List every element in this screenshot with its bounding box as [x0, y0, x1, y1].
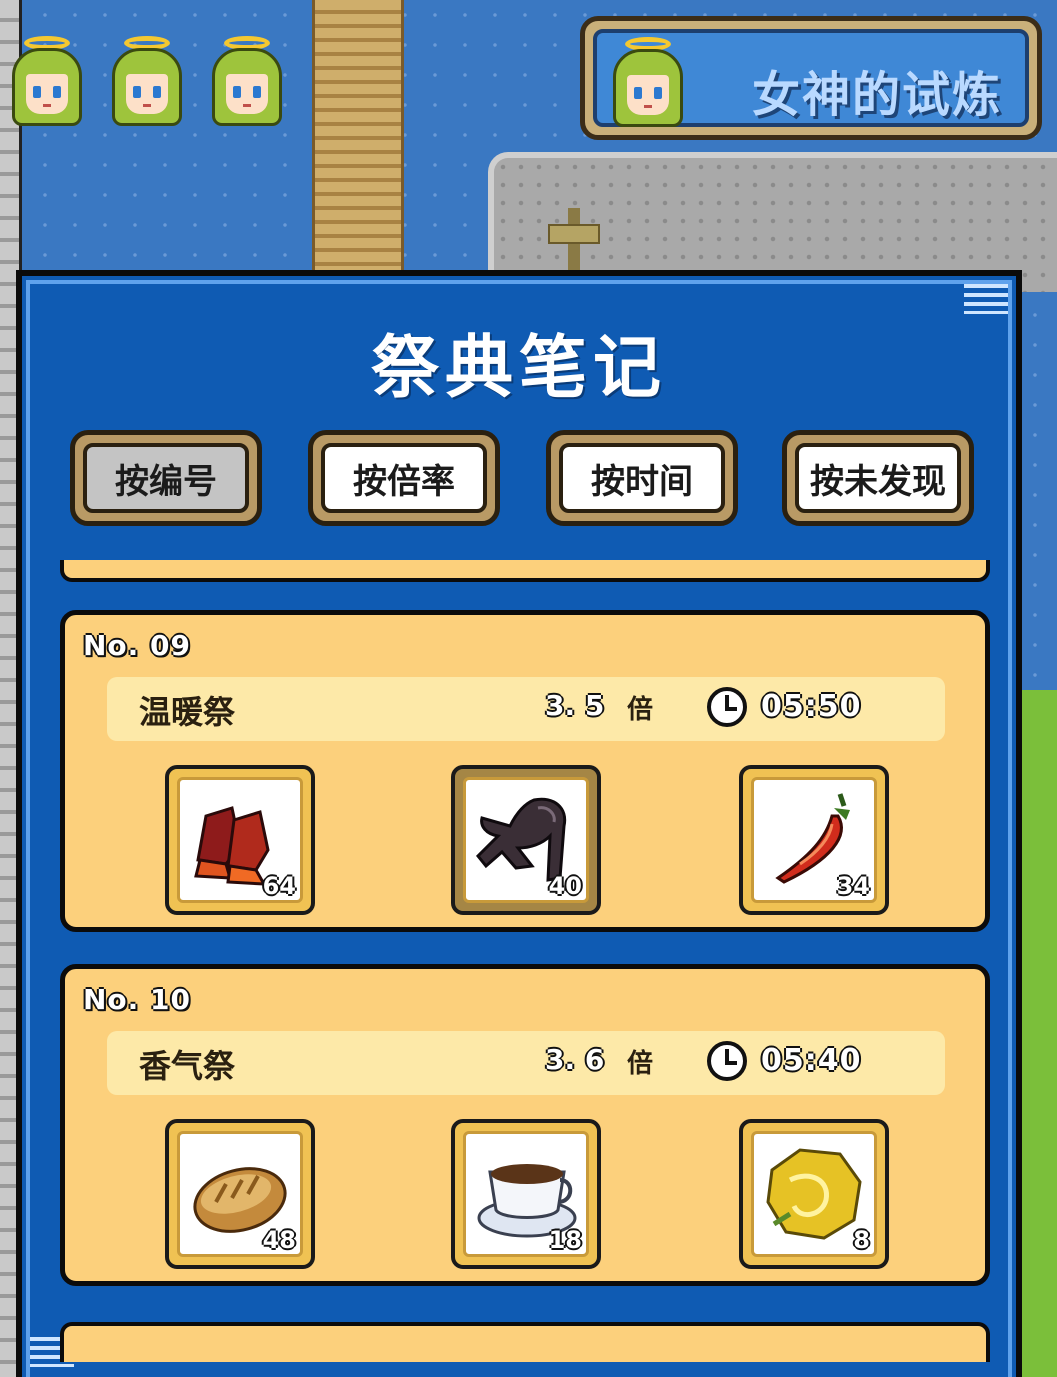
entry-number: No. 09: [83, 629, 192, 662]
next-entry-edge: [60, 1322, 990, 1362]
item-slot[interactable]: 64: [165, 765, 315, 915]
map-grass-edge: [1020, 690, 1057, 1377]
entry-info-bar: 香气祭 3. 6 倍 05:40: [107, 1031, 945, 1095]
entry-info-bar: 温暖祭 3. 5 倍 05:50: [107, 677, 945, 741]
sort-by-rate-button[interactable]: 按倍率: [308, 430, 500, 526]
item-count: 8: [853, 1226, 870, 1254]
clock-icon: [707, 1041, 747, 1081]
festival-duration: 05:40: [761, 1043, 862, 1078]
item-slot[interactable]: 40: [451, 765, 601, 915]
angel-life-icon: [10, 36, 84, 128]
multiplier-unit: 倍: [627, 695, 654, 725]
item-count: 40: [548, 872, 582, 900]
item-slot[interactable]: 8: [739, 1119, 889, 1269]
item-slot[interactable]: 18: [451, 1119, 601, 1269]
map-wooden-bridge: [312, 0, 404, 280]
multiplier-value: 3. 5: [545, 689, 605, 722]
festival-name: 香气祭: [139, 1047, 236, 1085]
sort-by-number-button[interactable]: 按编号: [70, 430, 262, 526]
angel-life-icon: [210, 36, 284, 128]
panel-title: 祭典笔记: [370, 329, 667, 408]
previous-entry-edge: [60, 560, 990, 582]
item-count: 18: [548, 1226, 582, 1254]
entry-number: No. 10: [83, 983, 192, 1016]
item-slot[interactable]: 48: [165, 1119, 315, 1269]
multiplier-value: 3. 6: [545, 1043, 605, 1076]
map-signpost: [548, 208, 600, 270]
item-count: 64: [262, 872, 296, 900]
item-slot[interactable]: 34: [739, 765, 889, 915]
item-count: 48: [262, 1226, 296, 1254]
festival-entry[interactable]: No. 09 温暖祭 3. 5 倍 05:50 64 40 34: [60, 610, 990, 932]
goddess-trial-label: 女神的试炼: [751, 67, 1002, 123]
clock-icon: [707, 687, 747, 727]
festival-name: 温暖祭: [139, 693, 236, 731]
festival-duration: 05:50: [761, 689, 862, 724]
item-count: 34: [836, 872, 870, 900]
festival-entry[interactable]: No. 10 香气祭 3. 6 倍 05:40 48 18 8: [60, 964, 990, 1286]
festival-notes-panel: 祭典笔记 按编号 按倍率 按时间 按未发现 No. 09 温暖祭 3. 5 倍 …: [16, 270, 1022, 1377]
angel-life-icon: [110, 36, 184, 128]
sort-by-time-button[interactable]: 按时间: [546, 430, 738, 526]
corner-decoration: [964, 284, 1008, 314]
goddess-trial-button[interactable]: 女神的试炼: [580, 16, 1042, 140]
goddess-portrait-icon: [611, 37, 685, 129]
sort-button-row: 按编号 按倍率 按时间 按未发现: [70, 430, 980, 530]
lives-indicator: [10, 36, 284, 128]
sort-by-undiscovered-button[interactable]: 按未发现: [782, 430, 974, 526]
multiplier-unit: 倍: [627, 1049, 654, 1079]
